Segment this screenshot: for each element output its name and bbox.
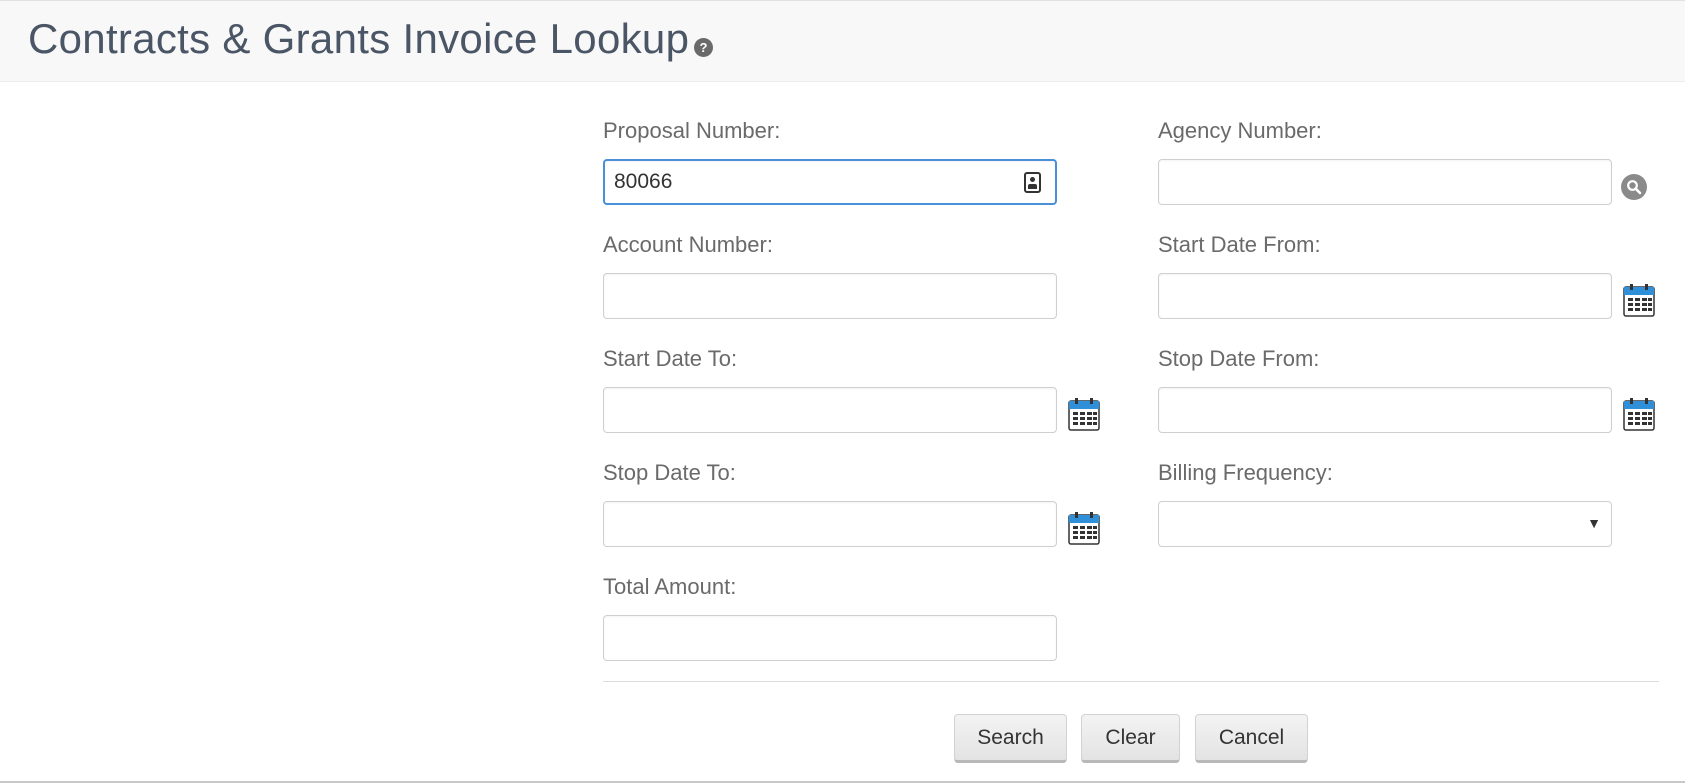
search-button[interactable]: Search [954, 714, 1067, 763]
billing-frequency-select[interactable]: ▼ [1158, 501, 1612, 547]
total-amount-input[interactable] [603, 615, 1057, 661]
form-divider [603, 681, 1659, 682]
cancel-button[interactable]: Cancel [1195, 714, 1308, 763]
stop-date-to-input[interactable] [603, 501, 1057, 547]
calendar-icon[interactable] [1623, 397, 1655, 431]
chevron-down-icon: ▼ [1587, 515, 1601, 531]
help-icon[interactable]: ? [694, 38, 713, 57]
calendar-icon[interactable] [1068, 397, 1100, 431]
contact-card-icon[interactable] [1024, 172, 1041, 193]
account-number-input[interactable] [603, 273, 1057, 319]
proposal-number-input[interactable] [603, 159, 1057, 205]
magnifier-icon[interactable] [1621, 174, 1647, 200]
account-number-label: Account Number: [603, 232, 773, 257]
start-date-to-input[interactable] [603, 387, 1057, 433]
page-title: Contracts & Grants Invoice Lookup [28, 15, 690, 62]
agency-number-label: Agency Number: [1158, 118, 1322, 143]
calendar-icon[interactable] [1623, 283, 1655, 317]
calendar-icon[interactable] [1068, 511, 1100, 545]
page-header: Contracts & Grants Invoice Lookup ? [0, 0, 1685, 82]
total-amount-label: Total Amount: [603, 574, 737, 599]
stop-date-from-label: Stop Date From: [1158, 346, 1320, 371]
clear-button[interactable]: Clear [1081, 714, 1180, 763]
stop-date-from-input[interactable] [1158, 387, 1612, 433]
proposal-number-label: Proposal Number: [603, 118, 781, 143]
stop-date-to-label: Stop Date To: [603, 460, 736, 485]
start-date-from-input[interactable] [1158, 273, 1612, 319]
start-date-from-label: Start Date From: [1158, 232, 1321, 257]
billing-frequency-label: Billing Frequency: [1158, 460, 1333, 485]
start-date-to-label: Start Date To: [603, 346, 738, 371]
agency-number-input[interactable] [1158, 159, 1612, 205]
